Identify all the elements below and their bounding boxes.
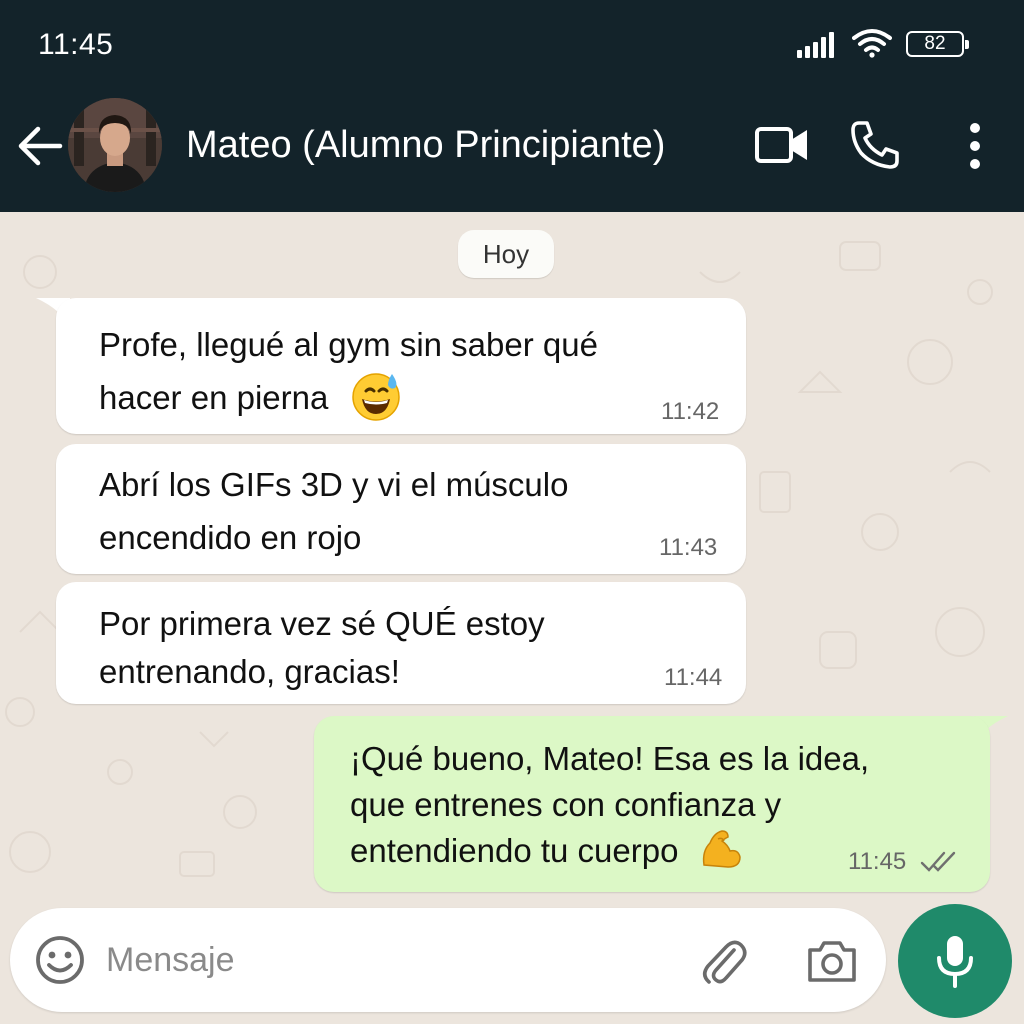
mic-icon bbox=[937, 936, 973, 988]
message-bubble-incoming[interactable]: Por primera vez sé QUÉ estoy entrenando,… bbox=[56, 582, 746, 704]
message-time: 11:44 bbox=[664, 664, 723, 691]
message-bubble-incoming[interactable]: Profe, llegué al gym sin saber qué hacer… bbox=[56, 298, 746, 434]
message-line-text: hacer en pierna bbox=[99, 379, 329, 416]
message-line: ¡Qué bueno, Mateo! Esa es la idea, bbox=[350, 740, 870, 777]
camera-icon[interactable] bbox=[806, 938, 858, 984]
emoji-icon[interactable] bbox=[34, 934, 86, 986]
read-double-check-icon bbox=[920, 851, 956, 872]
status-time: 11:45 bbox=[38, 28, 114, 61]
video-call-icon[interactable] bbox=[754, 124, 810, 166]
message-line: encendido en rojo bbox=[99, 519, 362, 556]
avatar-photo bbox=[68, 98, 162, 192]
message-time: 11:45 bbox=[848, 848, 907, 875]
battery-level: 82 bbox=[924, 33, 946, 54]
signal-icon bbox=[797, 32, 834, 58]
attach-icon[interactable] bbox=[698, 932, 748, 988]
message-composer bbox=[10, 908, 886, 1012]
message-line: Profe, llegué al gym sin saber qué bbox=[99, 326, 598, 363]
phone-call-icon[interactable] bbox=[850, 120, 900, 170]
message-time: 11:42 bbox=[661, 398, 720, 425]
message-line: hacer en pierna bbox=[99, 371, 706, 424]
grinning-face-with-sweat-icon bbox=[351, 373, 400, 422]
flexed-biceps-icon bbox=[702, 830, 741, 869]
chat-header: Mateo (Alumno Principiante) bbox=[0, 90, 1024, 212]
message-line: Por primera vez sé QUÉ estoy bbox=[99, 605, 545, 642]
battery-icon: 82 bbox=[906, 31, 969, 57]
avatar[interactable] bbox=[68, 98, 162, 192]
more-options-icon[interactable] bbox=[962, 122, 988, 170]
chat-area[interactable]: Hoy Profe, llegué al gym sin saber qué h… bbox=[0, 212, 1024, 1024]
message-bubble-outgoing[interactable]: ¡Qué bueno, Mateo! Esa es la idea, que e… bbox=[314, 716, 990, 892]
message-line: que entrenes con confianza y bbox=[350, 786, 782, 823]
contact-name[interactable]: Mateo (Alumno Principiante) bbox=[186, 124, 665, 167]
message-line-text: entendiendo tu cuerpo bbox=[350, 832, 679, 869]
message-input[interactable] bbox=[106, 930, 666, 990]
status-bar: 11:45 82 bbox=[0, 0, 1024, 90]
message-line: entrenando, gracias! bbox=[99, 653, 400, 690]
message-line: Abrí los GIFs 3D y vi el músculo bbox=[99, 466, 569, 503]
date-chip: Hoy bbox=[458, 230, 554, 278]
message-time: 11:43 bbox=[659, 534, 718, 561]
wifi-icon bbox=[852, 29, 892, 58]
back-arrow-icon[interactable] bbox=[16, 124, 64, 168]
voice-record-button[interactable] bbox=[898, 904, 1012, 1018]
message-bubble-incoming[interactable]: Abrí los GIFs 3D y vi el músculo encendi… bbox=[56, 444, 746, 574]
